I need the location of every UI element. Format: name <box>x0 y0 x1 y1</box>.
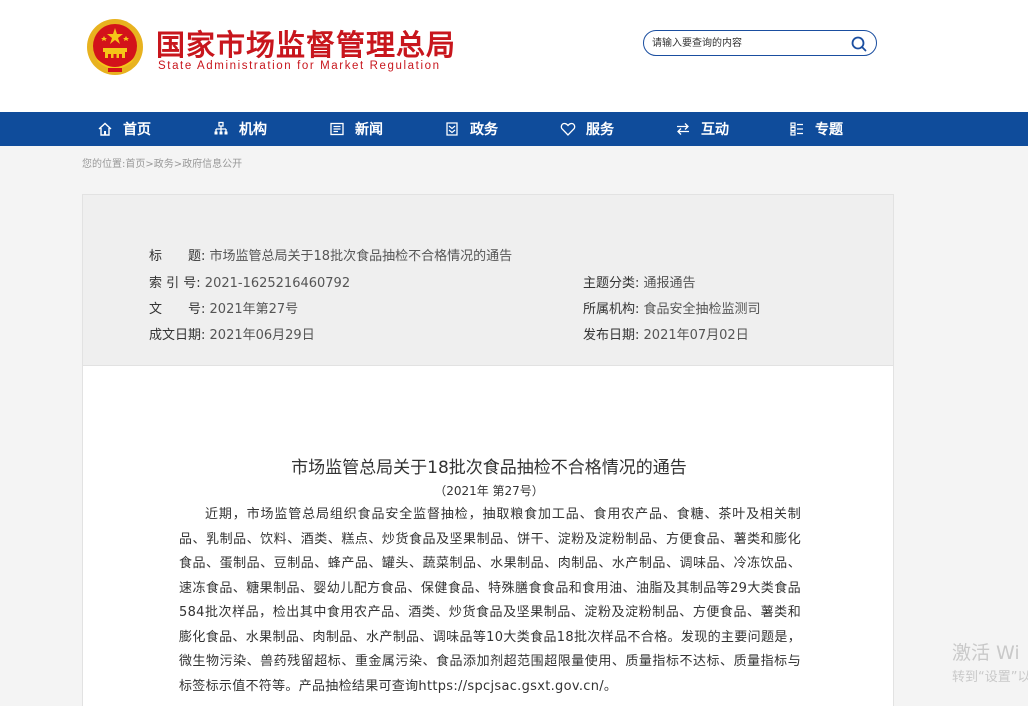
nav-item-government-affairs[interactable]: 政务 <box>444 112 498 146</box>
meta-published-row: 发布日期: 2021年07月02日 <box>583 324 749 343</box>
topics-icon <box>790 122 803 136</box>
nav-item-organization[interactable]: 机构 <box>213 112 267 146</box>
org-chart-icon <box>214 121 228 135</box>
news-icon <box>330 122 344 136</box>
nav-item-topics[interactable]: 专题 <box>789 112 843 146</box>
windows-activation-watermark-subtitle: 转到“设置”以 <box>952 670 1028 685</box>
exchange-arrows-icon <box>677 123 689 135</box>
meta-title-value: 市场监管总局关于18批次食品抽检不合格情况的通告 <box>209 249 513 264</box>
nav-item-home[interactable]: 首页 <box>97 112 151 146</box>
nav-item-label: 互动 <box>701 122 729 138</box>
nav-item-interaction[interactable]: 互动 <box>675 112 729 146</box>
nav-item-label: 首页 <box>123 122 151 138</box>
meta-title-label: 标 题: <box>149 249 206 264</box>
meta-agency-row: 所属机构: 食品安全抽检监测司 <box>583 298 761 317</box>
main-nav: 首页 机构 新闻 政务 服务 互动 专题 <box>0 112 1028 146</box>
windows-activation-watermark-title: 激活 Wi <box>952 642 1020 664</box>
nav-item-news[interactable]: 新闻 <box>329 112 383 146</box>
home-icon <box>98 122 112 136</box>
breadcrumb-public-info[interactable]: 政府信息公开 <box>182 159 242 170</box>
meta-doc-number-value: 2021年第27号 <box>209 302 299 317</box>
meta-topic-label: 主题分类: <box>583 276 640 291</box>
document-title: 市场监管总局关于18批次食品抽检不合格情况的通告 <box>291 458 687 478</box>
meta-index-label: 索 引 号: <box>149 276 201 291</box>
nav-item-label: 专题 <box>815 122 843 138</box>
nav-item-label: 政务 <box>470 122 498 138</box>
search-icon <box>851 36 867 52</box>
meta-agency-value: 食品安全抽检监测司 <box>643 302 761 317</box>
document-meta: 标 题: 市场监管总局关于18批次食品抽检不合格情况的通告 索 引 号: 202… <box>82 194 894 366</box>
document-number: （2021年 第27号） <box>434 484 544 498</box>
nav-item-label: 机构 <box>239 122 267 138</box>
meta-topic-row: 主题分类: 通报通告 <box>583 272 696 291</box>
breadcrumb-prefix: 您的位置: <box>82 159 126 170</box>
meta-title-row: 标 题: 市场监管总局关于18批次食品抽检不合格情况的通告 <box>149 245 512 264</box>
breadcrumb: 您的位置:首页>政务>政府信息公开 <box>82 155 242 170</box>
nav-item-label: 新闻 <box>355 122 383 138</box>
meta-doc-number-row: 文 号: 2021年第27号 <box>149 298 298 317</box>
site-header: 国家市场监督管理总局 State Administration for Mark… <box>0 0 1028 112</box>
document-body[interactable]: 近期，市场监管总局组织食品安全监督抽检，抽取粮食加工品、食用农产品、食糖、茶叶及… <box>179 503 801 699</box>
meta-doc-number-label: 文 号: <box>149 302 206 317</box>
breadcrumb-separator: > <box>145 159 154 170</box>
heart-icon <box>560 122 576 136</box>
meta-created-value: 2021年06月29日 <box>209 328 315 343</box>
site-title-cn[interactable]: 国家市场监督管理总局 <box>156 22 456 64</box>
search-button[interactable] <box>850 35 868 53</box>
meta-published-value: 2021年07月02日 <box>643 328 749 343</box>
search-input[interactable] <box>652 34 842 52</box>
meta-topic-value: 通报通告 <box>643 276 696 291</box>
meta-created-label: 成文日期: <box>149 328 206 343</box>
site-title-en[interactable]: State Administration for Market Regulati… <box>158 60 441 72</box>
meta-agency-label: 所属机构: <box>583 302 640 317</box>
meta-index-row: 索 引 号: 2021-1625216460792 <box>149 272 350 291</box>
meta-created-row: 成文日期: 2021年06月29日 <box>149 324 315 343</box>
national-emblem-icon[interactable] <box>86 18 144 76</box>
search-box <box>643 30 877 56</box>
government-affairs-icon <box>446 122 458 136</box>
breadcrumb-separator: > <box>173 159 183 170</box>
breadcrumb-home[interactable]: 首页 <box>125 159 145 170</box>
document-content: 市场监管总局关于18批次食品抽检不合格情况的通告 （2021年 第27号） 近期… <box>82 366 894 706</box>
nav-item-label: 服务 <box>586 122 614 138</box>
meta-index-value: 2021-1625216460792 <box>204 276 351 291</box>
nav-item-services[interactable]: 服务 <box>560 112 614 146</box>
breadcrumb-government-affairs[interactable]: 政务 <box>154 159 174 170</box>
meta-published-label: 发布日期: <box>583 328 640 343</box>
